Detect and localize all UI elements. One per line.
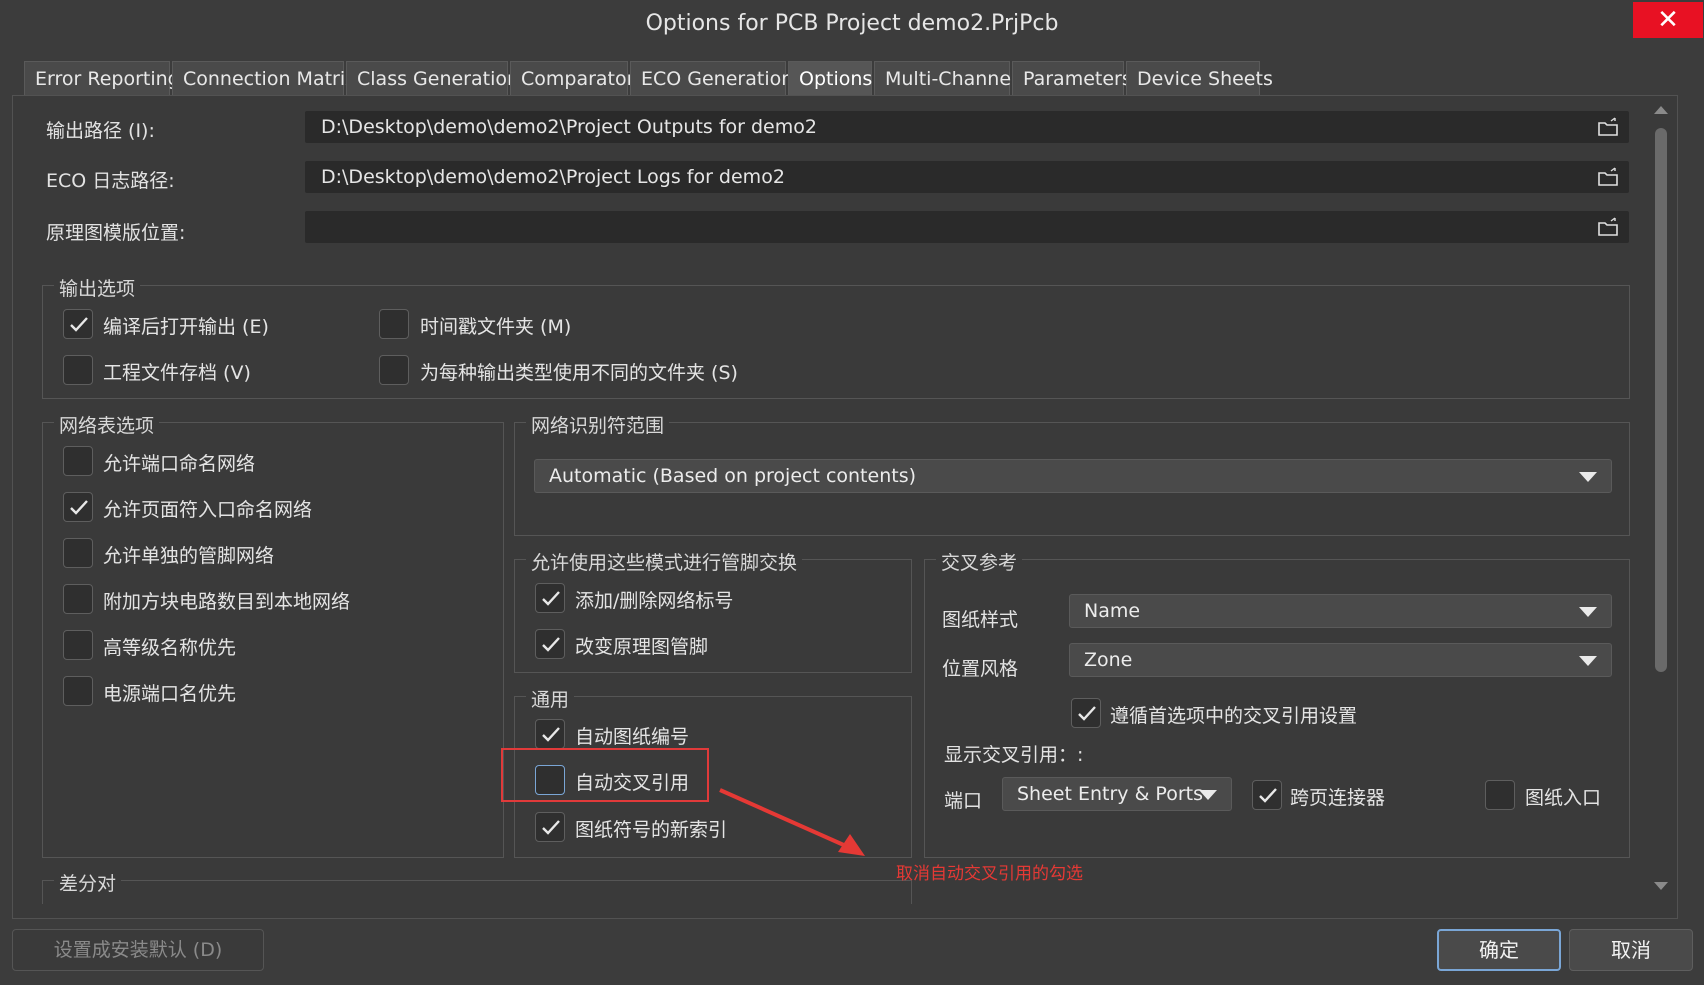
sheet-symbol-new-index-checkbox[interactable] [535,812,565,842]
netlist-option-label: 允许端口命名网络 [103,453,256,475]
net-identifier-scope-value: Automatic (Based on project contents) [549,465,917,487]
sheet-style-label: 图纸样式 [942,609,1019,631]
netlist-option-checkbox[interactable] [63,584,93,614]
tab-options[interactable]: Options [788,61,872,95]
check-icon [542,727,560,742]
open-after-compile-checkbox[interactable] [63,309,93,339]
scroll-up-icon[interactable] [1652,104,1670,116]
sheet-entry-checkbox[interactable] [1485,780,1515,810]
follow-prefs-label: 遵循首选项中的交叉引用设置 [1110,705,1358,727]
sheet-style-select[interactable]: Name [1069,594,1612,628]
offsheet-connector-checkbox[interactable] [1252,780,1282,810]
output-options-title: 输出选项 [54,274,141,301]
sheet-entry-label: 图纸入口 [1525,787,1602,809]
tab-comparator[interactable]: Comparator [510,61,634,95]
separate-folders-checkbox[interactable] [379,355,409,385]
eco-log-path-value: D:\Desktop\demo\demo2\Project Logs for d… [321,166,785,188]
check-icon [542,591,560,606]
pin-swap-label: 添加/删除网络标号 [575,590,734,612]
netlist-option-label: 附加方块电路数目到本地网络 [103,591,351,613]
tab-class-generation[interactable]: Class Generation [346,61,519,95]
open-after-compile-label: 编译后打开输出 (E) [103,316,269,338]
close-button[interactable]: ✕ [1633,2,1703,38]
netlist-option-checkbox[interactable] [63,538,93,568]
chevron-down-icon [1579,472,1597,482]
cross-reference-title: 交叉参考 [936,548,1023,575]
output-path-label: 输出路径 (I): [46,120,155,142]
location-style-label: 位置风格 [942,658,1019,680]
pin-swap-checkbox[interactable] [535,583,565,613]
tab-device-sheets[interactable]: Device Sheets [1126,61,1273,95]
diff-pair-group [42,880,912,904]
location-style-select[interactable]: Zone [1069,643,1612,677]
general-title: 通用 [526,685,575,712]
display-cross-ref-label: 显示交叉引用：: [944,744,1084,766]
offsheet-connector-label: 跨页连接器 [1290,787,1386,809]
net-identifier-scope-title: 网络识别符范围 [526,411,670,438]
location-style-value: Zone [1084,649,1133,671]
pin-swap-title: 允许使用这些模式进行管脚交换 [526,548,803,575]
chevron-down-icon [1199,790,1217,800]
check-icon [542,820,560,835]
dialog-title: Options for PCB Project demo2.PrjPcb [645,11,1059,36]
output-path-value: D:\Desktop\demo\demo2\Project Outputs fo… [321,116,817,138]
pin-swap-label: 改变原理图管脚 [575,636,709,658]
diff-pair-title: 差分对 [54,869,122,896]
tab-parameters[interactable]: Parameters [1012,61,1132,95]
tab-connection-matrix[interactable]: Connection Matrix [172,61,356,95]
pin-swap-checkbox[interactable] [535,629,565,659]
auto-sheet-numbering-checkbox[interactable] [535,719,565,749]
timestamp-folder-label: 时间戳文件夹 (M) [420,316,572,338]
archive-project-checkbox[interactable] [63,355,93,385]
follow-prefs-checkbox[interactable] [1071,698,1101,728]
netlist-options-title: 网络表选项 [54,411,160,438]
chevron-down-icon [1579,656,1597,666]
annotation-arrow [719,788,865,856]
eco-log-path-field[interactable]: D:\Desktop\demo\demo2\Project Logs for d… [304,160,1630,194]
annotation-text: 取消自动交叉引用的勾选 [896,864,1083,884]
ok-button[interactable]: 确定 [1437,929,1561,971]
output-path-field[interactable]: D:\Desktop\demo\demo2\Project Outputs fo… [304,110,1630,144]
check-icon [70,317,88,332]
netlist-option-checkbox[interactable] [63,630,93,660]
timestamp-folder-checkbox[interactable] [379,309,409,339]
sheet-style-value: Name [1084,600,1141,622]
highlight-box [501,748,709,802]
netlist-option-label: 允许单独的管脚网络 [103,545,275,567]
eco-log-path-label: ECO 日志路径: [46,170,175,192]
template-location-label: 原理图模版位置: [46,222,186,244]
scrollbar-thumb[interactable] [1655,128,1667,672]
netlist-option-checkbox[interactable] [63,446,93,476]
scroll-down-icon[interactable] [1652,880,1670,892]
netlist-option-checkbox[interactable] [63,492,93,522]
check-icon [1078,706,1096,721]
tab-multi-channel[interactable]: Multi-Channel [874,61,1016,95]
tab-error-reporting[interactable]: Error Reporting [24,61,180,95]
pin-swap-group [514,559,912,673]
cancel-button[interactable]: 取消 [1569,929,1693,971]
check-icon [1259,788,1277,803]
archive-project-label: 工程文件存档 (V) [103,362,251,384]
netlist-option-label: 高等级名称优先 [103,637,237,659]
folder-open-icon[interactable] [1597,167,1619,187]
template-location-field[interactable] [304,210,1630,244]
netlist-option-label: 电源端口名优先 [103,683,237,705]
folder-open-icon[interactable] [1597,217,1619,237]
port-select[interactable]: Sheet Entry & Ports [1002,777,1232,811]
port-label: 端口 [944,790,983,812]
auto-sheet-numbering-label: 自动图纸编号 [575,726,690,748]
set-installation-defaults-button[interactable]: 设置成安装默认 (D) [12,929,264,971]
tab-eco-generation[interactable]: ECO Generation [630,61,793,95]
net-identifier-scope-select[interactable]: Automatic (Based on project contents) [534,459,1612,493]
options-dialog: Options for PCB Project demo2.PrjPcb ✕ E… [0,0,1704,985]
netlist-option-label: 允许页面符入口命名网络 [103,499,313,521]
netlist-option-checkbox[interactable] [63,676,93,706]
check-icon [542,637,560,652]
check-icon [70,500,88,515]
output-options-group [42,285,1630,399]
folder-open-icon[interactable] [1597,117,1619,137]
chevron-down-icon [1579,607,1597,617]
separate-folders-label: 为每种输出类型使用不同的文件夹 (S) [420,362,738,384]
port-value: Sheet Entry & Ports [1017,783,1203,805]
